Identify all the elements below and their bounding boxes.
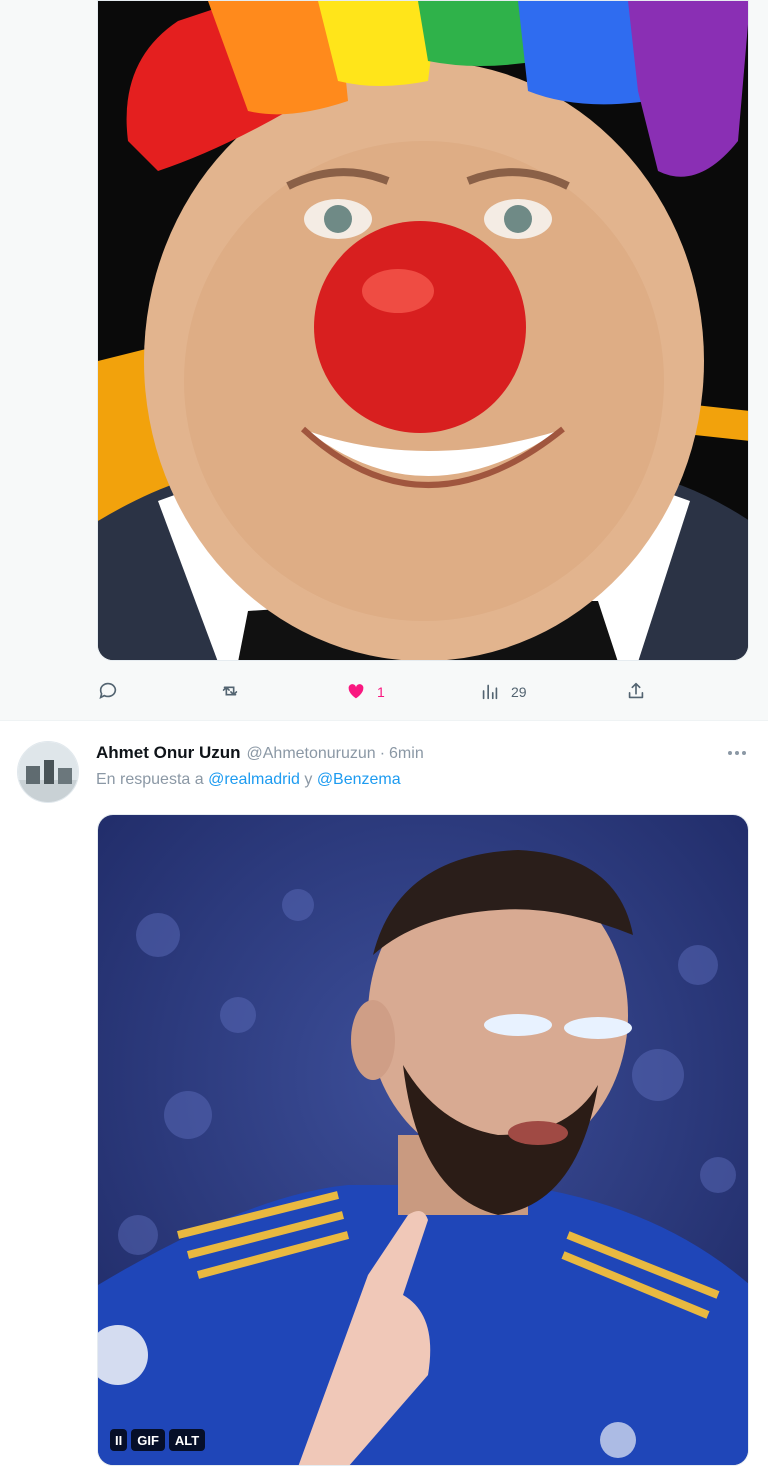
alt-text-button[interactable]: ALT (168, 1429, 206, 1451)
avatar[interactable] (17, 741, 79, 803)
views-button[interactable]: 29 (479, 676, 527, 708)
share-icon (625, 680, 647, 705)
media-badges: II GIF ALT (110, 1429, 206, 1451)
author-handle[interactable]: @Ahmetonuruzun (247, 745, 376, 763)
tweet-timestamp[interactable]: 6min (389, 745, 424, 763)
views-chart-icon (479, 680, 501, 705)
mention-realmadrid[interactable]: @realmadrid (208, 771, 300, 788)
reply-prefix: En respuesta a (96, 771, 204, 788)
tweet-actions-bar: 1 29 (97, 676, 657, 708)
reply-context: En respuesta a @realmadrid y @Benzema (96, 771, 401, 789)
views-count: 29 (511, 684, 527, 700)
tweet-card-1: 1 29 (0, 0, 768, 720)
gif-pause-button[interactable]: II (110, 1429, 128, 1451)
retweet-button[interactable] (219, 676, 251, 708)
author-name[interactable]: Ahmet Onur Uzun (96, 743, 241, 763)
heart-icon (345, 680, 367, 705)
share-button[interactable] (625, 676, 647, 708)
reply-bubble-icon (97, 680, 119, 705)
gif-badge: GIF (131, 1429, 165, 1451)
tweet-card-2[interactable]: Ahmet Onur Uzun @Ahmetonuruzun · 6min En… (0, 721, 768, 1476)
like-count: 1 (377, 684, 385, 700)
like-button[interactable]: 1 (345, 676, 385, 708)
tweet-header: Ahmet Onur Uzun @Ahmetonuruzun · 6min (96, 743, 736, 765)
more-options-icon[interactable] (722, 743, 752, 763)
reply-conjunction: y (304, 771, 313, 788)
tweet-gif-media[interactable]: II GIF ALT (97, 814, 749, 1466)
retweet-icon (219, 680, 241, 705)
separator-dot: · (379, 745, 386, 762)
reply-button[interactable] (97, 676, 129, 708)
tweet-image-clown-edit[interactable] (97, 0, 749, 661)
mention-benzema[interactable]: @Benzema (317, 771, 401, 788)
